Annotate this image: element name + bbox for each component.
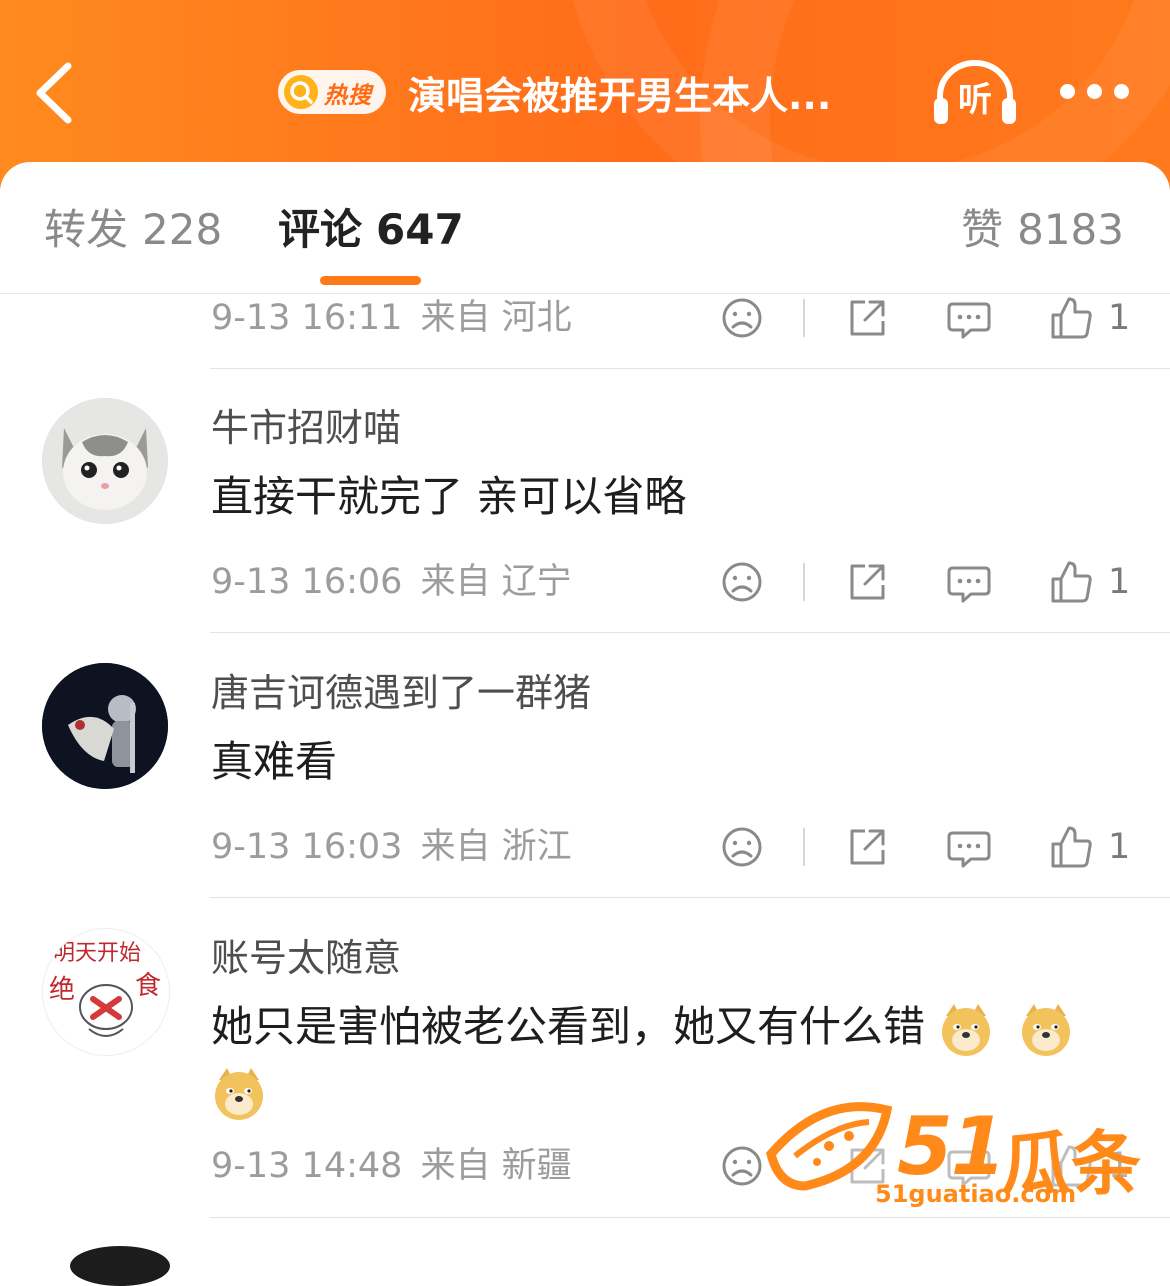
dislike-button[interactable] [718,1142,766,1190]
tab-repost[interactable]: 转发 228 [44,204,222,256]
avatar-caption: 明天开始 [53,941,142,966]
tab-likes-label: 赞 [961,205,1004,254]
sad-face-icon [722,1146,762,1186]
comment-location: 来自 新疆 [420,1146,572,1186]
back-button[interactable] [34,62,78,124]
tab-comment-count: 647 [376,205,464,254]
comment-time: 9-13 16:11 [211,298,403,338]
doge-emoji-icon [1021,1003,1070,1056]
comment-location: 来自 辽宁 [420,562,572,602]
tab-repost-label: 转发 [44,205,129,254]
more-dots-icon [1060,84,1075,99]
tab-comment[interactable]: 评论 647 [278,204,464,256]
comment-divider [210,632,1170,633]
avatar[interactable]: 明天开始 绝 食 [42,928,170,1056]
tab-bar: 转发 228 评论 647 赞 8183 [0,162,1170,294]
thumbs-up-icon [1051,561,1092,603]
cat-avatar-image [42,398,168,524]
site-watermark: 51 瓜条 51guatiao.com [765,1100,1141,1215]
tab-likes-count: 8183 [1017,205,1124,254]
active-tab-indicator [320,276,421,285]
like-count: 1 [1108,827,1131,867]
more-button[interactable] [1060,82,1130,102]
like-button[interactable] [1047,823,1095,871]
listen-label: 听 [958,80,992,120]
dislike-button[interactable] [718,823,766,871]
comment-bubble-icon [947,302,991,339]
thumbs-up-icon [1051,826,1092,868]
hot-badge-label: 热搜 [324,83,372,109]
topic-title[interactable]: 演唱会被推开男生本人... [408,70,908,122]
hot-search-badge[interactable]: 热搜 [278,70,386,114]
comment-divider [210,368,1170,369]
share-icon [850,829,885,865]
comment-username[interactable]: 账号太随意 [211,933,401,983]
action-separator [803,828,805,866]
share-icon [850,564,885,600]
like-button[interactable] [1047,558,1095,606]
comment-bubble-icon [947,566,991,603]
share-button[interactable] [843,294,891,342]
comment-text: 她只是害怕被老公看到，她又有什么错 [211,998,1074,1056]
dislike-button[interactable] [718,294,766,342]
search-icon [284,75,318,109]
sad-face-icon [722,298,762,338]
share-icon [850,300,885,336]
like-count: 1 [1108,298,1131,338]
comment-meta: 9-13 16:06 来自 辽宁 [211,558,572,606]
tab-comment-label: 评论 [278,205,363,254]
listen-button[interactable]: 听 [930,58,1020,128]
reply-button[interactable] [945,294,993,342]
more-dots-icon [1114,84,1129,99]
share-button[interactable] [843,823,891,871]
comment-text: 直接干就完了 亲可以省略 [211,472,687,521]
tab-repost-count: 228 [142,205,223,254]
doge-emoji-icon [942,1003,991,1056]
comment-time: 9-13 16:03 [211,827,403,867]
comment-location: 来自 河北 [420,298,572,338]
avatar[interactable] [70,1246,170,1286]
comment-bubble-icon [947,831,991,868]
comment-text-continued [211,1062,267,1120]
like-button[interactable] [1047,294,1095,342]
comment-meta: 9-13 16:03 来自 浙江 [211,823,572,871]
sad-face-icon [722,827,762,867]
tab-likes[interactable]: 赞 8183 [961,204,1124,256]
action-separator [803,299,805,337]
reply-button[interactable] [945,558,993,606]
avatar-caption: 绝 [49,975,76,1005]
comment-time: 9-13 14:48 [211,1146,403,1186]
back-arrow-icon [36,62,72,124]
comment-meta: 9-13 14:48 来自 新疆 [211,1142,572,1190]
knight-avatar-image [42,663,168,789]
comment-username[interactable]: 牛市招财喵 [211,403,401,453]
comment-divider [210,897,1170,898]
reply-button[interactable] [945,823,993,871]
dislike-button[interactable] [718,558,766,606]
comment-location: 来自 浙江 [420,827,572,867]
comment-text: 真难看 [211,737,338,786]
sad-face-icon [722,562,762,602]
avatar[interactable] [42,663,168,789]
watermark-url: 51guatiao.com [875,1180,1077,1208]
comment-text-body: 她只是害怕被老公看到，她又有什么错 [211,1002,926,1051]
comment-meta: 9-13 16:11 来自 河北 [211,294,572,342]
comment-username[interactable]: 唐吉诃德遇到了一群猪 [211,668,591,718]
thumbs-up-icon [1051,297,1092,339]
avatar[interactable] [42,398,168,524]
share-button[interactable] [843,558,891,606]
avatar-caption: 食 [135,971,162,1001]
more-dots-icon [1087,84,1102,99]
like-count: 1 [1108,562,1131,602]
comment-divider [210,1217,1170,1218]
action-separator [803,563,805,601]
comment-time: 9-13 16:06 [211,562,403,602]
doge-emoji-icon [215,1067,263,1120]
